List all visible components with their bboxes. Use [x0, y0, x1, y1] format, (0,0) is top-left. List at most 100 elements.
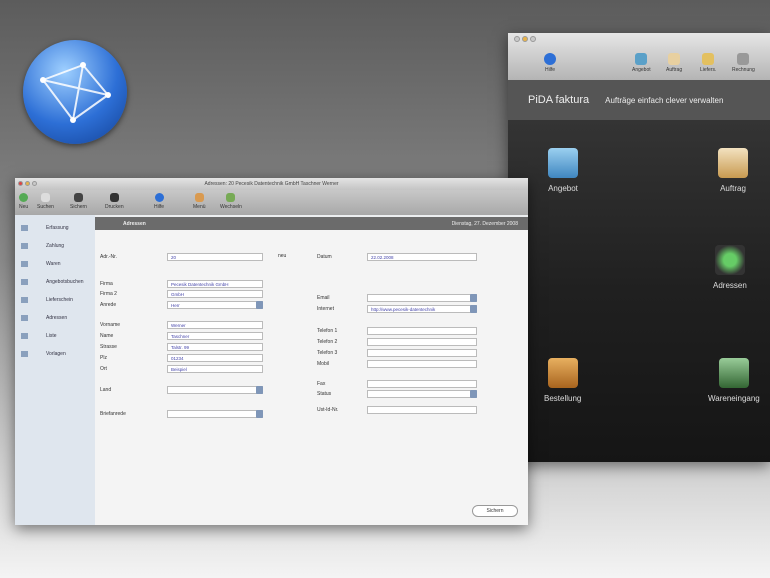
toolbar-suchen[interactable]: Suchen — [37, 193, 54, 210]
dropdown-button[interactable] — [256, 386, 263, 394]
dropdown-button[interactable] — [256, 410, 263, 418]
invoice-icon — [737, 53, 750, 65]
sidebar-item[interactable]: Erfassung — [15, 219, 95, 237]
text-field[interactable] — [367, 338, 477, 346]
toolbar-label: Hilfe — [154, 204, 165, 210]
globe-logo — [23, 40, 127, 144]
text-field[interactable] — [367, 406, 477, 414]
folder-icon — [21, 351, 28, 357]
text-field[interactable]: Werner — [167, 321, 263, 329]
sidebar-item[interactable]: Liste — [15, 327, 95, 345]
sidebar-label: Erfassung — [46, 225, 69, 231]
text-field[interactable] — [167, 386, 263, 394]
icon-label: Bestellung — [544, 394, 582, 403]
sidebar-label: Vorlagen — [46, 351, 66, 357]
field-label: Telefon 2 — [317, 339, 338, 345]
auftrag-button[interactable]: Auftrag — [718, 148, 748, 193]
text-field[interactable] — [367, 327, 477, 335]
text-field[interactable]: http://www.pecesik-datentechnik — [367, 305, 477, 313]
wareneingang-button[interactable]: Wareneingang — [708, 358, 760, 403]
toolbar-auftrag[interactable]: Auftrag — [666, 53, 682, 73]
text-field[interactable] — [367, 294, 477, 302]
icon-label: Wareneingang — [708, 394, 760, 403]
save-icon — [73, 193, 83, 202]
text-field[interactable]: 20 — [167, 253, 263, 261]
toolbar-rechnung[interactable]: Rechnung — [732, 53, 755, 73]
text-field[interactable] — [367, 349, 477, 357]
sidebar-item[interactable]: Lieferschein — [15, 291, 95, 309]
text-field[interactable] — [367, 360, 477, 368]
text-field[interactable]: Herr — [167, 301, 263, 309]
field-label: Briefanrede — [100, 411, 126, 417]
dropdown-button[interactable] — [470, 305, 477, 313]
add-icon — [19, 193, 29, 202]
print-icon — [109, 193, 119, 202]
window-title: Adressen: 20 Pecesik Datentechnik GmbH T… — [204, 181, 339, 187]
adressen-button[interactable]: Adressen — [713, 245, 747, 290]
text-field[interactable] — [167, 410, 263, 418]
toolbar-label: Menü — [193, 204, 206, 210]
toolbar-hilfe[interactable]: Hilfe — [544, 53, 556, 73]
text-field[interactable] — [367, 380, 477, 388]
sidebar-label: Liste — [46, 333, 57, 339]
field-label: Strasse — [100, 344, 117, 350]
toolbar-drucken[interactable]: Drucken — [105, 193, 124, 210]
sidebar-label: Angebotsbuchen — [46, 279, 84, 285]
icon-label: Adressen — [713, 281, 747, 290]
clipboard-icon — [718, 148, 748, 178]
right-toolbar: Hilfe Angebot Auftrag Liefers. Rechnung — [508, 33, 770, 80]
close-button[interactable] — [514, 36, 520, 42]
sidebar-item[interactable]: Angebotsbuchen — [15, 273, 95, 291]
sidebar-item[interactable]: Adressen — [15, 309, 95, 327]
save-button[interactable]: Sichern — [472, 505, 518, 517]
toolbar-menu[interactable]: Menü — [193, 193, 206, 210]
app-tagline: Aufträge einfach clever verwalten — [605, 95, 724, 105]
zoom-button[interactable] — [530, 36, 536, 42]
zoom-button[interactable] — [32, 181, 37, 186]
text-field[interactable] — [367, 390, 477, 398]
help-icon — [154, 193, 164, 202]
icon-label: Angebot — [548, 184, 578, 193]
text-field[interactable]: GmbH — [167, 290, 263, 298]
folder-icon — [21, 333, 28, 339]
text-field[interactable]: Beispiel — [167, 365, 263, 373]
sidebar-item[interactable]: Waren — [15, 255, 95, 273]
minimize-button[interactable] — [522, 36, 528, 42]
toolbar-hilfe[interactable]: Hilfe — [154, 193, 164, 210]
angebot-button[interactable]: Angebot — [548, 148, 578, 193]
toolbar-label: Auftrag — [666, 67, 683, 73]
toolbar-sichern[interactable]: Sichern — [70, 193, 87, 210]
toolbar-wechseln[interactable]: Wechseln — [220, 193, 242, 210]
dropdown-button[interactable] — [470, 390, 477, 398]
close-button[interactable] — [18, 181, 23, 186]
toolbar-liefers[interactable]: Liefers. — [700, 53, 716, 73]
sidebar-item[interactable]: Vorlagen — [15, 345, 95, 363]
dropdown-button[interactable] — [470, 294, 477, 302]
field-label: Vorname — [100, 322, 121, 328]
text-field[interactable]: Pecesik Datentechnik GmbH — [167, 280, 263, 288]
delivery-icon — [702, 53, 715, 65]
text-field[interactable]: Taschner — [167, 332, 263, 340]
header-date: Dienstag, 27. Dezember 2008 — [451, 220, 518, 227]
toolbar-angebot[interactable]: Angebot — [632, 53, 651, 73]
toolbar-label: Wechseln — [220, 204, 242, 210]
dropdown-button[interactable] — [256, 301, 263, 309]
neu-label: neu — [278, 253, 287, 259]
field-label: Status — [317, 391, 332, 397]
field-label: Internet — [317, 306, 334, 312]
form-area: Adressen Dienstag, 27. Dezember 2008 Adr.… — [95, 217, 528, 525]
text-field[interactable]: 01234 — [167, 354, 263, 362]
adressen-window: Adressen: 20 Pecesik Datentechnik GmbH T… — [15, 178, 528, 525]
sidebar-label: Waren — [46, 261, 61, 267]
text-field[interactable]: Talstr. 99 — [167, 343, 263, 351]
pida-main-window: Hilfe Angebot Auftrag Liefers. Rechnung … — [508, 33, 770, 462]
sidebar-item[interactable]: Zahlung — [15, 237, 95, 255]
bestellung-button[interactable]: Bestellung — [544, 358, 581, 403]
minimize-button[interactable] — [25, 181, 30, 186]
form-title: Adressen — [123, 220, 146, 227]
toolbar-neu[interactable]: Neu — [19, 193, 28, 210]
text-field[interactable]: 22.02.2008 — [367, 253, 477, 261]
box-icon — [547, 358, 578, 388]
home-icon — [194, 193, 204, 202]
folder-icon — [21, 261, 28, 267]
